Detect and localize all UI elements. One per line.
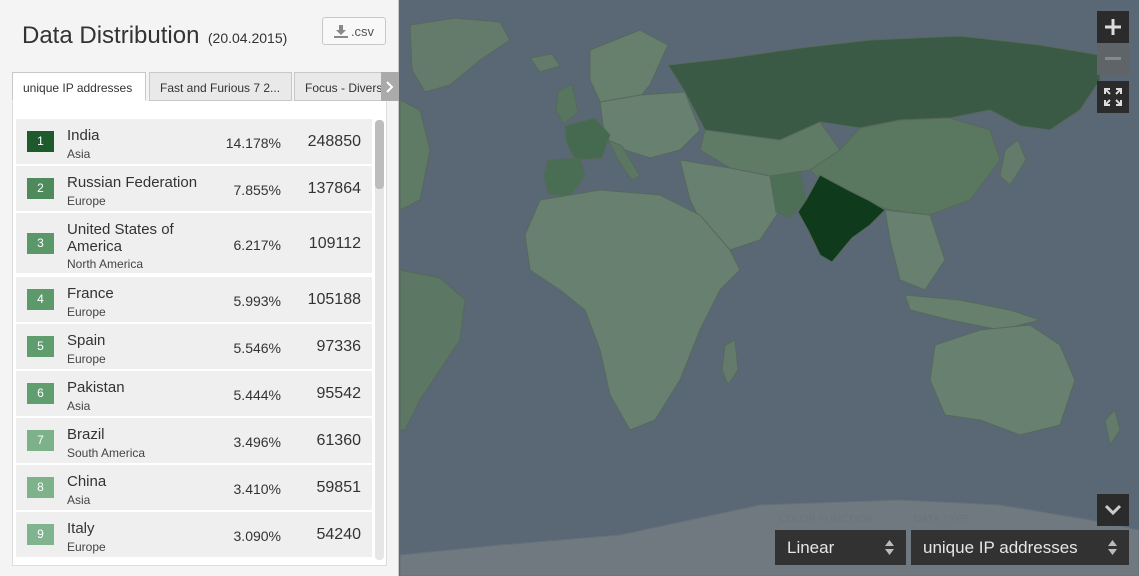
rank-badge: 8 — [27, 477, 54, 498]
country-name: India — [67, 127, 100, 144]
fullscreen-button[interactable] — [1097, 81, 1129, 113]
rank-badge: 4 — [27, 289, 54, 310]
country-count: 59851 — [316, 479, 362, 496]
color-function-value: Linear — [787, 538, 835, 557]
country-count: 95542 — [316, 385, 362, 402]
country-region: Asia — [67, 399, 91, 413]
country-count: 97336 — [316, 338, 362, 355]
rank-badge: 3 — [27, 233, 54, 254]
country-region: Asia — [67, 147, 91, 161]
country-percent: 6.217% — [233, 237, 281, 253]
list-scrollbar-thumb[interactable] — [375, 120, 384, 189]
country-name: Russian Federation — [67, 174, 198, 191]
list-item[interactable]: 4 France Europe 5.993% 105188 — [16, 277, 372, 322]
rank-badge: 7 — [27, 430, 54, 451]
rank-badge: 9 — [27, 524, 54, 545]
country-name: China — [67, 473, 107, 490]
country-count: 61360 — [316, 432, 362, 449]
data-type-label: DATA TYPE — [914, 514, 971, 525]
data-type-select[interactable]: unique IP addresses — [911, 530, 1129, 565]
country-name: Pakistan — [67, 379, 125, 396]
country-percent: 7.855% — [233, 182, 281, 198]
panel-date: (20.04.2015) — [207, 30, 288, 46]
country-count: 105188 — [307, 291, 361, 308]
list-item[interactable]: 8 China Asia 3.410% 59851 — [16, 465, 372, 510]
country-region: Europe — [67, 540, 106, 554]
country-region: Europe — [67, 352, 106, 366]
country-region: Europe — [67, 194, 106, 208]
data-type-value: unique IP addresses — [923, 538, 1078, 557]
color-function-select[interactable]: Linear — [775, 530, 906, 565]
zoom-out-button[interactable] — [1097, 43, 1129, 75]
panel-title-text: Data Distribution — [22, 22, 200, 49]
country-list: 1 India Asia 14.178% 248850 2 Russian Fe… — [12, 101, 387, 566]
country-name: United States of America — [67, 221, 174, 255]
country-count: 137864 — [307, 180, 361, 197]
list-item[interactable]: 1 India Asia 14.178% 248850 — [16, 119, 372, 164]
data-distribution-panel: Data Distribution (20.04.2015) .csv uniq… — [0, 0, 399, 576]
tabs-next-button[interactable] — [381, 72, 399, 101]
select-arrows-icon — [885, 540, 894, 555]
list-item[interactable]: 2 Russian Federation Europe 7.855% 13786… — [16, 166, 372, 211]
tab-fast-and-furious[interactable]: Fast and Furious 7 2... — [149, 72, 292, 101]
country-percent: 5.546% — [233, 340, 281, 356]
list-item[interactable]: 6 Pakistan Asia 5.444% 95542 — [16, 371, 372, 416]
rank-badge: 1 — [27, 131, 54, 152]
dataset-tabs: unique IP addresses Fast and Furious 7 2… — [12, 72, 399, 101]
tab-focus[interactable]: Focus - Divers — [294, 72, 394, 101]
country-region: Europe — [67, 305, 106, 319]
country-name: Spain — [67, 332, 106, 349]
rank-badge: 5 — [27, 336, 54, 357]
list-item[interactable]: 9 Italy Europe 3.090% 54240 — [16, 512, 372, 557]
rank-badge: 2 — [27, 178, 54, 199]
country-region: South America — [67, 446, 146, 460]
country-name: Brazil — [67, 426, 105, 443]
rank-badge: 6 — [27, 383, 54, 404]
list-item[interactable]: 7 Brazil South America 3.496% 61360 — [16, 418, 372, 463]
country-count: 248850 — [307, 133, 361, 150]
plus-icon — [1105, 19, 1121, 35]
country-percent: 5.993% — [233, 293, 281, 309]
country-region: North America — [67, 257, 144, 271]
tab-unique-ip[interactable]: unique IP addresses — [12, 72, 146, 101]
csv-label: .csv — [350, 23, 375, 39]
collapse-controls-button[interactable] — [1097, 494, 1129, 526]
panel-title: Data Distribution (20.04.2015) — [22, 22, 287, 50]
country-name: Italy — [67, 520, 95, 537]
country-percent: 3.496% — [233, 434, 281, 450]
zoom-in-button[interactable] — [1097, 11, 1129, 43]
list-item[interactable]: 3 United States of America North America… — [16, 213, 372, 273]
fullscreen-icon — [1104, 88, 1122, 106]
country-percent: 3.410% — [233, 481, 281, 497]
chevron-down-icon — [1104, 504, 1122, 516]
csv-download-button[interactable]: .csv — [322, 17, 386, 45]
country-percent: 14.178% — [225, 135, 281, 151]
country-region: Asia — [67, 493, 91, 507]
country-percent: 3.090% — [233, 528, 281, 544]
list-item[interactable]: 5 Spain Europe 5.546% 97336 — [16, 324, 372, 369]
chevron-right-icon — [386, 80, 394, 93]
country-name: France — [67, 285, 114, 302]
download-icon — [333, 24, 348, 38]
color-function-label: COLOR FUNCTION — [779, 514, 874, 525]
minus-icon — [1105, 57, 1121, 60]
country-percent: 5.444% — [233, 387, 281, 403]
country-count: 109112 — [308, 235, 361, 252]
select-arrows-icon — [1108, 540, 1117, 555]
world-choropleth-map[interactable] — [400, 0, 1139, 576]
country-count: 54240 — [316, 526, 362, 543]
